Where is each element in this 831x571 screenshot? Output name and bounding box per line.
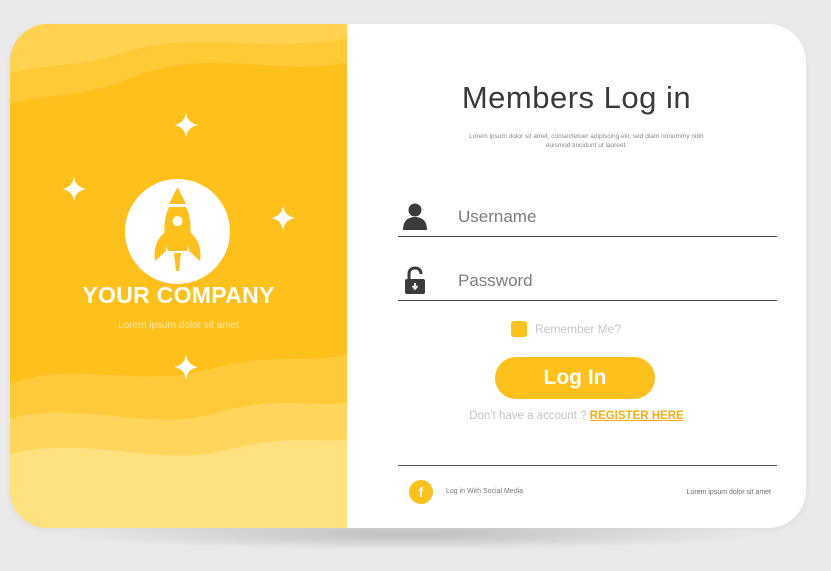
- register-row: Don't have a account ? REGISTER HERE: [347, 410, 806, 422]
- page-title: Members Log in: [461, 80, 692, 115]
- rocket-icon: [125, 179, 230, 284]
- footer-text: Lorem ipsum dolor sit amet: [686, 489, 771, 496]
- password-input[interactable]: [456, 268, 760, 294]
- username-field: [398, 200, 777, 237]
- user-icon: [403, 203, 427, 230]
- login-button[interactable]: Log In: [495, 357, 655, 399]
- divider: [398, 465, 777, 466]
- login-subtitle: Lorem ipsum dolor sit amet, consectetuer…: [469, 133, 704, 149]
- register-link[interactable]: REGISTER HERE: [590, 410, 684, 422]
- facebook-icon[interactable]: f: [409, 480, 433, 504]
- sparkle-icon: [174, 112, 198, 138]
- login-form-panel: Members Log in Lorem ipsum dolor sit ame…: [347, 24, 806, 528]
- padlock-icon: [405, 266, 425, 294]
- username-input[interactable]: [456, 204, 760, 230]
- company-tagline: Lorem ipsum dolor sit amet: [118, 320, 239, 331]
- company-name: YOUR COMPANY: [82, 282, 275, 308]
- password-field: [398, 264, 777, 301]
- sparkle-icon: [174, 354, 198, 380]
- remember-me-label: Remember Me?: [535, 322, 622, 336]
- social-login-label: Log in With Social Media: [446, 488, 524, 495]
- no-account-text: Don't have a account ?: [469, 410, 587, 422]
- remember-me-checkbox[interactable]: [511, 321, 527, 337]
- sparkle-icon: [271, 205, 295, 231]
- remember-me: Remember Me?: [511, 320, 621, 338]
- sparkle-icon: [62, 176, 86, 202]
- brand-panel: YOUR COMPANY Lorem ipsum dolor sit amet: [10, 24, 347, 528]
- login-card: YOUR COMPANY Lorem ipsum dolor sit amet …: [10, 24, 806, 528]
